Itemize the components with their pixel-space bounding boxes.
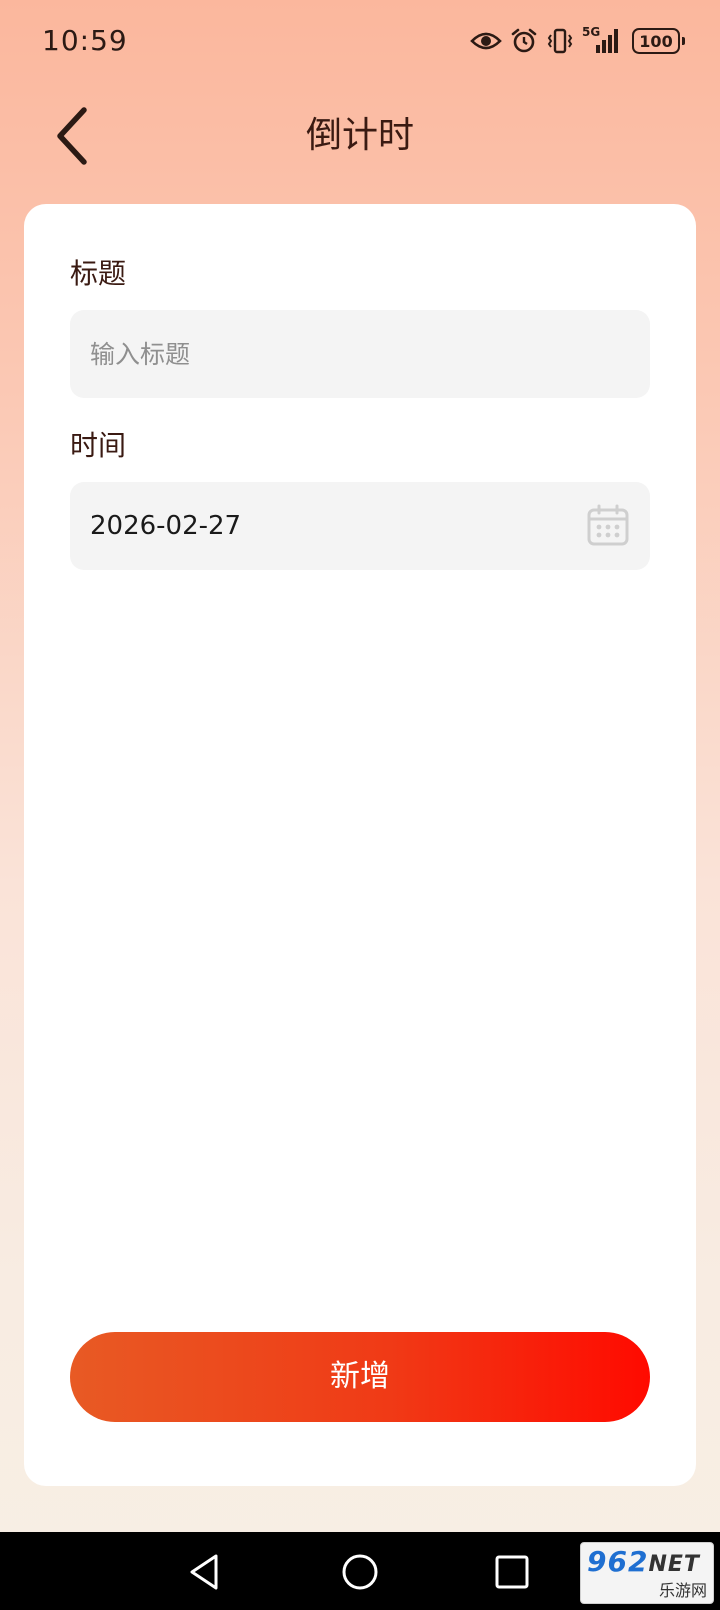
date-value: 2026-02-27 — [90, 511, 242, 541]
nav-recents-icon[interactable] — [490, 1550, 534, 1594]
status-icons: 5G 100 — [470, 25, 685, 56]
vibrate-icon — [546, 27, 574, 55]
page-title: 倒计时 — [305, 115, 414, 156]
title-input[interactable] — [70, 310, 650, 398]
time-label: 时间 — [70, 429, 127, 462]
eye-icon — [470, 30, 502, 52]
signal-icon: 5G — [582, 25, 624, 55]
watermark-suffix: NET — [648, 1552, 700, 1577]
header: 倒计时 — [0, 96, 720, 168]
title-field — [70, 310, 650, 398]
battery-icon: 100 — [632, 28, 685, 54]
nav-home-icon[interactable] — [338, 1550, 382, 1594]
watermark-logo: 962NET 乐游网 — [580, 1542, 714, 1604]
form-card: 标题 时间 2026-02-27 新增 — [24, 204, 696, 1486]
calendar-icon[interactable] — [586, 504, 630, 548]
status-bar: 10:59 5G 100 — [0, 0, 720, 84]
add-button[interactable]: 新增 — [70, 1332, 650, 1422]
date-picker-field[interactable]: 2026-02-27 — [70, 482, 650, 570]
title-label: 标题 — [70, 257, 127, 290]
watermark-caption: 乐游网 — [658, 1581, 707, 1600]
watermark-number: 962 — [587, 1545, 649, 1578]
nav-back-icon[interactable] — [184, 1550, 228, 1594]
alarm-icon — [510, 27, 538, 55]
status-time: 10:59 — [42, 24, 128, 57]
battery-level: 100 — [639, 31, 673, 51]
